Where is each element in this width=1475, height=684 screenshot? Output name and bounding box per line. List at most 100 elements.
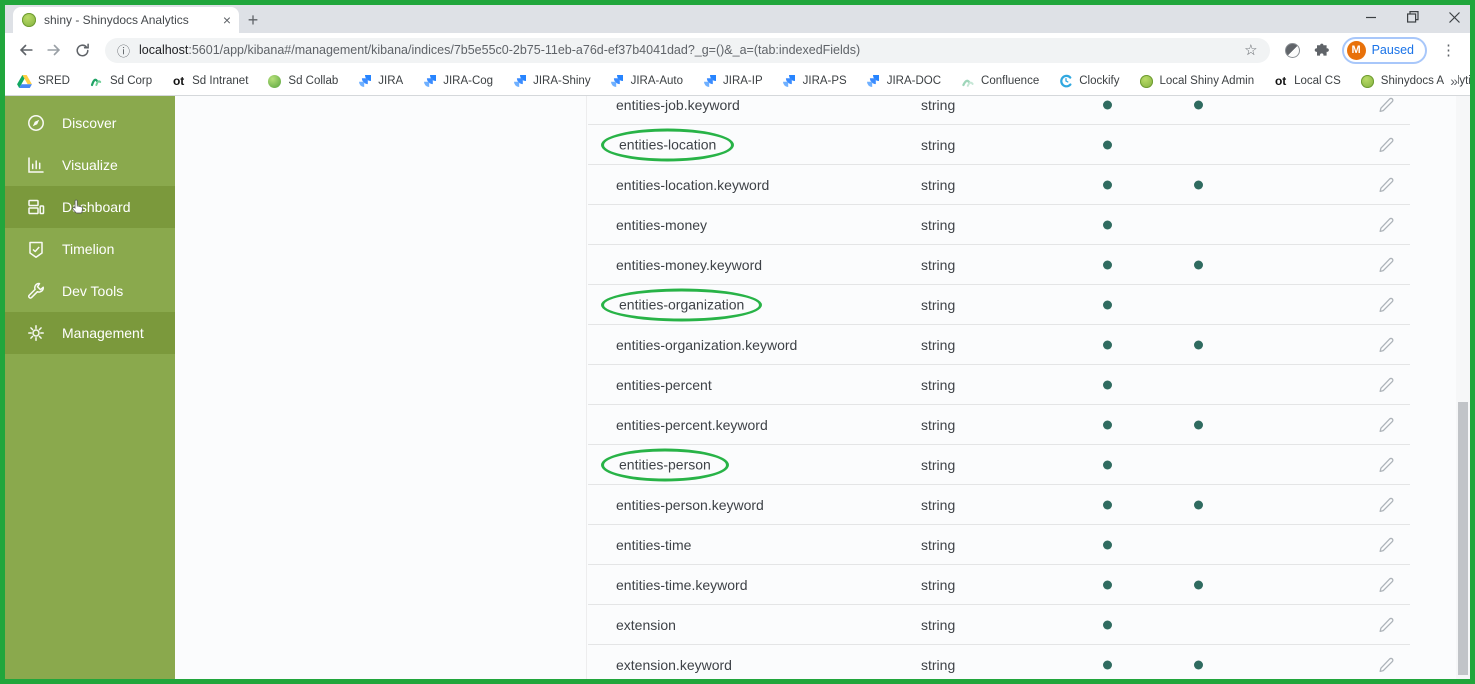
minimize-button[interactable] — [1366, 10, 1377, 28]
bookmark-item[interactable]: JIRA-DOC — [866, 74, 941, 88]
bookmark-item[interactable]: Clockify — [1058, 74, 1120, 88]
panel-divider — [586, 96, 587, 679]
searchable-dot-icon — [1103, 460, 1112, 469]
tab-strip: shiny - Shinydocs Analytics × + — [5, 5, 1470, 33]
bookmark-item[interactable]: JIRA-Auto — [610, 74, 683, 88]
sidebar-item-dashboard[interactable]: Dashboard — [5, 186, 175, 228]
scrollbar-thumb[interactable] — [1458, 402, 1468, 675]
field-type: string — [921, 336, 956, 353]
field-type: string — [921, 376, 956, 393]
field-type: string — [921, 416, 956, 433]
sidebar-item-label: Visualize — [62, 157, 118, 173]
bookmarks-overflow-chevron[interactable]: » — [1444, 73, 1458, 89]
table-row: entities-money.keyword string — [588, 245, 1410, 285]
jira-icon — [782, 74, 797, 88]
sidebar-item-dev-tools[interactable]: Dev Tools — [5, 270, 175, 312]
address-bar[interactable]: ⓘ localhost:5601/app/kibana#/management/… — [105, 37, 1270, 63]
searchable-dot-icon — [1103, 340, 1112, 349]
bookmark-item[interactable]: Sd Collab — [267, 74, 339, 88]
bookmark-label: Confluence — [981, 75, 1040, 87]
bookmark-label: Sd Collab — [288, 75, 339, 87]
shinydocs-icon — [1139, 74, 1154, 88]
aggregatable-dot-icon — [1194, 260, 1203, 269]
bookmark-item[interactable]: Confluence — [960, 74, 1039, 88]
bookmark-item[interactable]: Sd Corp — [89, 74, 152, 88]
browser-tab[interactable]: shiny - Shinydocs Analytics × — [13, 7, 239, 33]
edit-pencil-icon[interactable] — [1378, 616, 1395, 633]
bookmark-label: Sd Intranet — [192, 75, 249, 87]
table-row: entities-location.keyword string — [588, 165, 1410, 205]
bookmark-item[interactable]: SRED — [17, 74, 70, 88]
edit-pencil-icon[interactable] — [1378, 176, 1395, 193]
site-info-icon[interactable]: ⓘ — [117, 41, 130, 60]
bookmark-item[interactable]: JIRA — [357, 74, 403, 88]
back-button[interactable] — [15, 41, 37, 59]
edit-pencil-icon[interactable] — [1378, 576, 1395, 593]
bookmark-item[interactable]: JIRA-Cog — [422, 74, 493, 88]
tab-close-icon[interactable]: × — [223, 13, 231, 27]
sidebar-item-timelion[interactable]: Timelion — [5, 228, 175, 270]
bookmark-label: JIRA-Cog — [443, 75, 494, 87]
table-row: entities-organization.keyword string — [588, 325, 1410, 365]
aggregatable-dot-icon — [1194, 420, 1203, 429]
restore-button[interactable] — [1407, 10, 1419, 28]
field-type: string — [921, 136, 956, 153]
edit-pencil-icon[interactable] — [1378, 96, 1395, 113]
edit-pencil-icon[interactable] — [1378, 656, 1395, 673]
edit-pencil-icon[interactable] — [1378, 536, 1395, 553]
bookmark-item[interactable]: JIRA-Shiny — [512, 74, 591, 88]
bookmark-star-icon[interactable]: ☆ — [1244, 41, 1257, 59]
jira-icon — [357, 74, 372, 88]
new-tab-button[interactable]: + — [239, 7, 267, 33]
bookmark-label: Sd Corp — [109, 75, 153, 87]
sidebar-item-label: Discover — [62, 115, 117, 131]
edit-pencil-icon[interactable] — [1378, 456, 1395, 473]
field-name: extension — [616, 616, 676, 633]
browser-menu-icon[interactable]: ⋮ — [1437, 41, 1460, 59]
sidebar-item-visualize[interactable]: Visualize — [5, 144, 175, 186]
opentext-icon: ot — [1274, 74, 1287, 88]
field-name: entities-percent — [616, 376, 712, 393]
searchable-dot-icon — [1103, 500, 1112, 509]
confluence-icon — [960, 74, 975, 88]
field-type: string — [921, 216, 956, 233]
extensions-puzzle-icon[interactable] — [1310, 42, 1332, 58]
bookmark-item[interactable]: ot Sd Intranet — [171, 75, 248, 87]
forward-button[interactable] — [43, 41, 65, 59]
edit-pencil-icon[interactable] — [1378, 296, 1395, 313]
searchable-dot-icon — [1103, 100, 1112, 109]
bookmark-item[interactable]: JIRA-PS — [782, 74, 847, 88]
table-row: entities-location string — [588, 125, 1410, 165]
aggregatable-dot-icon — [1194, 580, 1203, 589]
bookmark-label: Local CS — [1294, 75, 1341, 87]
bookmark-item[interactable]: JIRA-IP — [702, 74, 763, 88]
table-row: entities-job.keyword string — [588, 96, 1410, 125]
extension-halfmoon-icon[interactable] — [1282, 42, 1304, 58]
url-text[interactable]: localhost:5601/app/kibana#/management/ki… — [139, 43, 1235, 57]
page-content: Discover Visualize Dashboard Timelion De… — [5, 95, 1470, 679]
shinydocs-icon — [1360, 74, 1375, 88]
bookmark-item[interactable]: Local Shiny Admin — [1139, 74, 1254, 88]
close-window-button[interactable] — [1449, 10, 1460, 28]
field-type: string — [921, 296, 956, 313]
field-type: string — [921, 576, 956, 593]
edit-pencil-icon[interactable] — [1378, 336, 1395, 353]
profile-button[interactable]: M Paused — [1341, 36, 1427, 64]
edit-pencil-icon[interactable] — [1378, 496, 1395, 513]
bookmark-item[interactable]: ot Local CS — [1273, 75, 1341, 87]
edit-pencil-icon[interactable] — [1378, 416, 1395, 433]
edit-pencil-icon[interactable] — [1378, 256, 1395, 273]
sidebar-item-label: Timelion — [62, 241, 115, 257]
reload-button[interactable] — [71, 42, 93, 59]
sidebar-item-discover[interactable]: Discover — [5, 102, 175, 144]
searchable-dot-icon — [1103, 260, 1112, 269]
scrollbar-track[interactable] — [1456, 96, 1470, 679]
edit-pencil-icon[interactable] — [1378, 216, 1395, 233]
aggregatable-dot-icon — [1194, 660, 1203, 669]
edit-pencil-icon[interactable] — [1378, 136, 1395, 153]
jira-icon — [866, 74, 881, 88]
sidebar-item-management[interactable]: Management — [5, 312, 175, 354]
edit-pencil-icon[interactable] — [1378, 376, 1395, 393]
field-name: entities-time — [616, 536, 692, 553]
field-name-highlighted: entities-person — [601, 448, 729, 481]
